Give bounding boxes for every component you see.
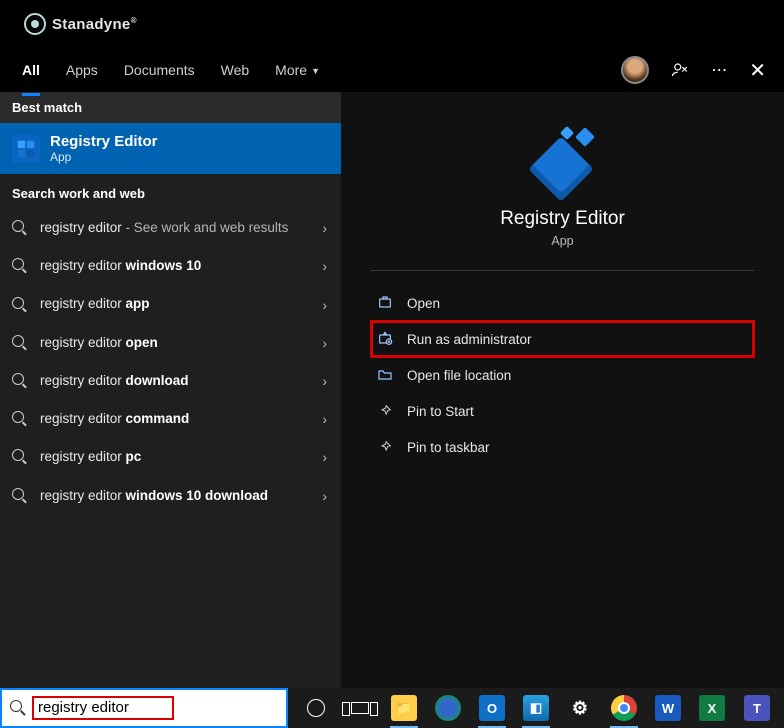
taskbar-edge[interactable] [428,688,468,728]
taskbar-explorer[interactable]: 📁 [384,688,424,728]
suggestion-text: registry editor command [40,410,217,428]
taskbar-word[interactable]: W [648,688,688,728]
action-folder[interactable]: Open file location [371,357,754,393]
bottom-bar: 📁 O◧⚙ WXT [0,688,784,728]
open-icon [377,295,393,311]
suggestion-text: registry editor windows 10 download [40,487,296,505]
user-avatar[interactable] [621,56,649,84]
chevron-right-icon: › [322,411,327,427]
action-admin[interactable]: Run as administrator [371,321,754,357]
header-actions: ⋯ ✕ [621,48,766,92]
taskbar-taskview[interactable] [340,688,380,728]
web-suggestion[interactable]: registry editor - See work and web resul… [0,209,341,247]
chevron-right-icon: › [322,335,327,351]
web-suggestion[interactable]: registry editor app › [0,285,341,323]
pin-task-icon [377,439,393,455]
chevron-right-icon: › [322,488,327,504]
search-icon [12,373,28,389]
tab-web[interactable]: Web [221,56,250,84]
chevron-right-icon: › [322,449,327,465]
web-suggestion[interactable]: registry editor command › [0,400,341,438]
web-suggestions-list: registry editor - See work and web resul… [0,209,341,688]
taskbar-cortana[interactable] [296,688,336,728]
results-left-panel: Best match Registry Editor App Search wo… [0,92,341,688]
web-suggestion[interactable]: registry editor download › [0,362,341,400]
preview-icon-wrap: Registry Editor App [341,128,784,248]
taskbar-excel[interactable]: X [692,688,732,728]
taskbar: 📁 O◧⚙ WXT [288,688,784,728]
suggestion-text: registry editor app [40,295,178,313]
suggestion-text: registry editor open [40,334,186,352]
taskbar-outlook[interactable]: O [472,688,512,728]
search-icon [12,488,28,504]
preview-actions: Open Run as administrator Open file loca… [341,285,784,465]
tab-all[interactable]: All [22,56,40,84]
action-label: Pin to Start [407,404,474,419]
registry-editor-large-icon [528,128,598,198]
web-suggestion[interactable]: registry editor pc › [0,438,341,476]
result-preview-panel: Registry Editor App Open Run as administ… [341,92,784,688]
suggestion-text: registry editor pc [40,448,169,466]
taskbar-chrome[interactable] [604,688,644,728]
action-open[interactable]: Open [371,285,754,321]
best-match-title: Registry Editor [50,133,158,150]
preview-subtitle: App [341,234,784,248]
search-icon [10,700,26,716]
tab-apps[interactable]: Apps [66,56,98,84]
work-web-header: Search work and web [0,174,341,209]
more-options-icon[interactable]: ⋯ [711,60,727,80]
best-match-result[interactable]: Registry Editor App [0,123,341,174]
chevron-right-icon: › [322,258,327,274]
search-icon [12,411,28,427]
suggestion-text: registry editor - See work and web resul… [40,219,316,237]
web-suggestion[interactable]: registry editor windows 10 download › [0,477,341,515]
action-pin-task[interactable]: Pin to taskbar [371,429,754,465]
search-icon [12,449,28,465]
folder-icon [377,367,393,383]
suggestion-text: registry editor download [40,372,217,390]
web-suggestion[interactable]: registry editor open › [0,324,341,362]
search-input-highlight [34,698,172,718]
tab-more[interactable]: More▼ [275,56,320,84]
search-icon [12,335,28,351]
close-icon[interactable]: ✕ [749,58,766,83]
search-box[interactable] [0,688,288,728]
search-icon [12,220,28,236]
brand-name: Stanadyne® [52,16,137,33]
web-suggestion[interactable]: registry editor windows 10 › [0,247,341,285]
search-input[interactable] [38,699,168,716]
best-match-subtitle: App [50,150,158,164]
action-label: Open [407,296,440,311]
tab-documents[interactable]: Documents [124,56,195,84]
taskbar-settings[interactable]: ⚙ [560,688,600,728]
suggestion-text: registry editor windows 10 [40,257,229,275]
taskbar-viewer[interactable]: ◧ [516,688,556,728]
title-bar: Stanadyne® [0,0,784,48]
action-pin-start[interactable]: Pin to Start [371,393,754,429]
chevron-right-icon: › [322,220,327,236]
search-results-panels: Best match Registry Editor App Search wo… [0,92,784,688]
action-label: Pin to taskbar [407,440,490,455]
chevron-down-icon: ▼ [311,66,320,76]
chevron-right-icon: › [322,373,327,389]
best-match-header: Best match [0,92,341,123]
chevron-right-icon: › [322,297,327,313]
admin-icon [377,331,393,347]
preview-title: Registry Editor [341,208,784,230]
search-scope-tabs: All Apps Documents Web More▼ ⋯ ✕ [0,48,784,92]
pin-start-icon [377,403,393,419]
registry-editor-icon [12,135,40,163]
action-label: Run as administrator [407,332,532,347]
taskbar-teams[interactable]: T [736,688,776,728]
brand-logo-icon [24,13,46,35]
action-label: Open file location [407,368,511,383]
preview-separator [371,270,754,271]
search-icon [12,258,28,274]
search-icon [12,297,28,313]
feedback-icon[interactable] [671,61,689,79]
